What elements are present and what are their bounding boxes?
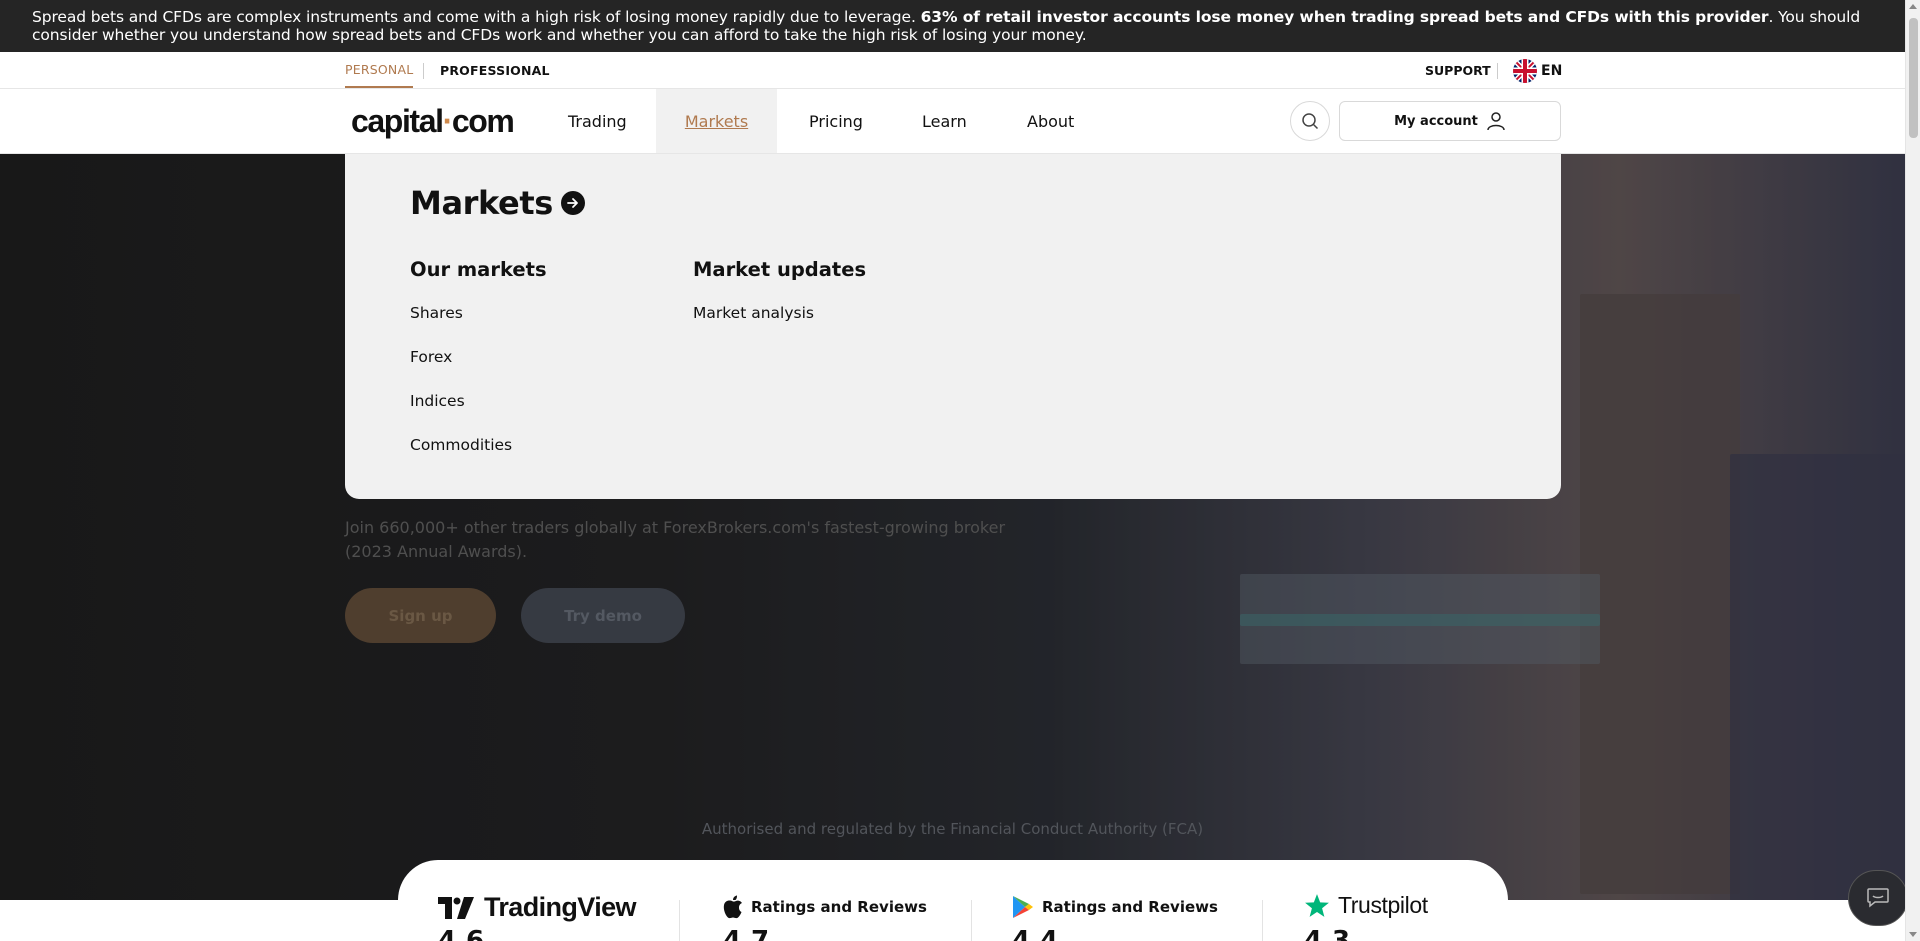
nav-item-trading[interactable]: Trading [568,89,627,153]
column-heading-our-markets: Our markets [410,258,547,281]
google-play-icon [1013,896,1033,918]
tower-bridge-left-tower [1580,294,1740,894]
rating-tradingview[interactable]: TradingView [438,892,637,923]
rating-name: Ratings and Reviews [1042,898,1218,916]
my-account-button[interactable]: My account [1339,101,1561,141]
main-navigation: capital·com Trading Markets Pricing Lear… [0,89,1905,154]
professional-tab[interactable]: PROFESSIONAL [440,52,550,88]
support-link[interactable]: SUPPORT [1425,52,1491,88]
top-utility-bar: PERSONAL PROFESSIONAL SUPPORT EN [0,52,1905,89]
menu-link-shares[interactable]: Shares [410,304,463,322]
apple-icon [723,895,742,919]
tradingview-icon [438,896,474,919]
personal-tab[interactable]: PERSONAL [345,52,414,88]
rating-google-play[interactable]: Ratings and Reviews [1012,895,1218,919]
risk-text-intro: Spread bets and CFDs are complex instrum… [32,8,921,26]
arrow-right-icon [560,191,585,215]
rating-name: Trustpilot [1338,892,1428,918]
rating-trustpilot[interactable]: Trustpilot [1304,892,1428,919]
search-button[interactable] [1290,101,1330,141]
menu-link-forex[interactable]: Forex [410,348,452,366]
menu-link-commodities[interactable]: Commodities [410,436,512,454]
scroll-up-arrow-icon[interactable] [1909,4,1917,9]
divider [679,900,680,941]
divider [423,63,424,79]
column-heading-market-updates: Market updates [693,258,867,281]
user-icon [1487,112,1505,131]
markets-mega-menu: Markets Our markets Shares Forex Indices… [345,154,1561,499]
rating-score: 4.7 [723,926,770,941]
page-scrollbar[interactable] [1905,0,1920,941]
chat-bubble-icon [1867,888,1889,908]
menu-link-market-analysis[interactable]: Market analysis [693,304,814,322]
rating-score: 4.6 [438,926,485,941]
menu-link-indices[interactable]: Indices [410,392,465,410]
nav-item-about[interactable]: About [1027,89,1074,153]
nav-item-learn[interactable]: Learn [922,89,967,153]
scroll-down-arrow-icon[interactable] [1909,932,1917,937]
rating-score: 4.3 [1304,926,1351,941]
uk-flag-icon [1513,59,1537,83]
my-account-label: My account [1394,113,1478,129]
ratings-strip: TradingView 4.6 Ratings and Reviews 4.7 … [398,860,1508,941]
try-demo-button[interactable]: Try demo [521,588,685,643]
divider [1497,63,1498,79]
rating-name: Ratings and Reviews [751,898,927,916]
rating-score: 4.4 [1012,926,1059,941]
risk-text-bold: 63% of retail investor accounts lose mon… [920,8,1769,26]
language-code: EN [1541,63,1563,79]
divider [1262,900,1263,941]
capital-com-logo[interactable]: capital·com [351,103,515,140]
mega-menu-title[interactable]: Markets [410,184,585,222]
language-selector[interactable]: EN [1513,59,1562,83]
sign-up-button[interactable]: Sign up [345,588,496,643]
nav-item-markets[interactable]: Markets [656,89,777,153]
rating-name: TradingView [484,892,637,922]
chat-button[interactable] [1848,870,1908,926]
hero-subtitle: Join 660,000+ other traders globally at … [345,518,1006,561]
regulation-notice: Authorised and regulated by the Financia… [701,820,1204,838]
risk-warning-banner: Spread bets and CFDs are complex instrum… [0,0,1905,52]
nav-item-pricing[interactable]: Pricing [809,89,863,153]
divider [971,900,972,941]
search-icon [1302,113,1319,130]
rating-apple[interactable]: Ratings and Reviews [723,895,927,919]
trustpilot-star-icon [1305,893,1329,917]
scroll-thumb[interactable] [1909,18,1918,138]
bridge-walkway [1240,574,1600,664]
mega-menu-title-text: Markets [410,184,553,222]
bridge-rail [1240,614,1600,626]
